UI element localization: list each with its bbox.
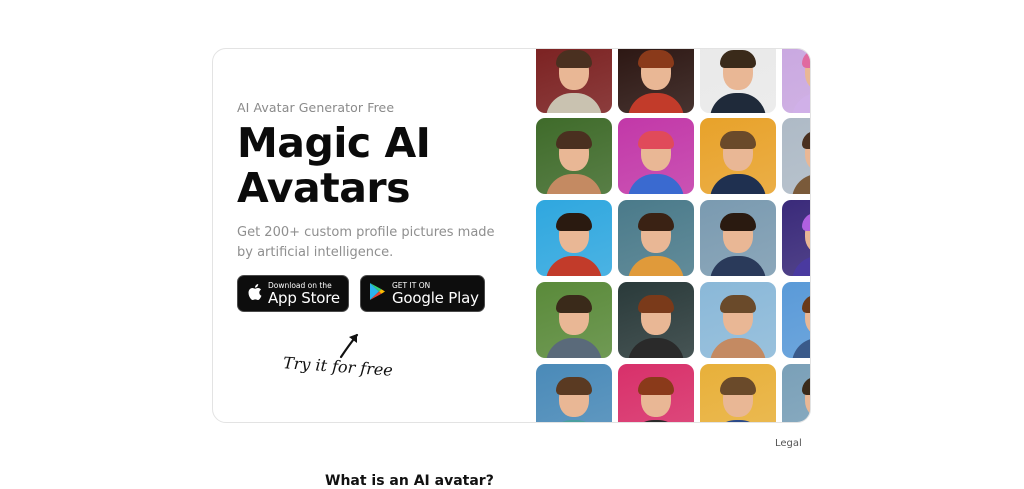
avatar-tile <box>782 118 810 194</box>
avatar-tile <box>700 49 776 113</box>
avatar-shoulders <box>710 93 766 113</box>
avatar-tile <box>782 364 810 422</box>
hero-subtitle: Get 200+ custom profile pictures made by… <box>237 225 495 260</box>
avatar-tile <box>536 364 612 422</box>
avatar-shoulders <box>792 93 810 113</box>
avatar-hair <box>638 130 674 149</box>
hero-text-column: AI Avatar Generator Free Magic AI Avatar… <box>237 49 527 422</box>
avatar-tile <box>782 200 810 276</box>
avatar-hair <box>720 294 756 313</box>
apple-logo-icon <box>247 283 262 305</box>
try-free-note: Try it for free <box>282 353 394 380</box>
avatar-hair <box>802 130 810 149</box>
avatar-shoulders <box>792 420 810 422</box>
avatar-shoulders <box>710 174 766 194</box>
avatar-shoulders <box>628 256 684 276</box>
avatar-shoulders <box>628 420 684 422</box>
avatar-shoulders <box>792 338 810 358</box>
avatar-tile <box>536 200 612 276</box>
avatar-shoulders <box>628 338 684 358</box>
avatar-hair <box>638 376 674 395</box>
google-play-label: Google Play <box>392 288 479 307</box>
avatar-gallery <box>536 49 810 422</box>
avatar-shoulders <box>546 338 602 358</box>
avatar-hair <box>638 49 674 68</box>
avatar-shoulders <box>628 93 684 113</box>
avatar-hair <box>802 294 810 313</box>
avatar-hair <box>556 294 592 313</box>
avatar-hair <box>556 49 592 68</box>
avatar-tile <box>618 118 694 194</box>
avatar-shoulders <box>710 420 766 422</box>
avatar-tile <box>700 200 776 276</box>
avatar-shoulders <box>546 420 602 422</box>
google-play-button[interactable]: GET IT ON Google Play <box>360 275 485 312</box>
hero-card: AI Avatar Generator Free Magic AI Avatar… <box>212 48 811 423</box>
faq-heading: What is an AI avatar? <box>325 473 494 489</box>
avatar-tile <box>618 200 694 276</box>
avatar-tile <box>700 364 776 422</box>
avatar-hair <box>556 130 592 149</box>
avatar-shoulders <box>628 174 684 194</box>
app-store-button[interactable]: Download on the App Store <box>237 275 349 312</box>
avatar-tile <box>782 49 810 113</box>
avatar-hair <box>556 212 592 231</box>
avatar-tile <box>782 282 810 358</box>
avatar-tile <box>618 49 694 113</box>
google-play-icon <box>369 282 386 305</box>
avatar-hair <box>720 212 756 231</box>
avatar-hair <box>556 376 592 395</box>
avatar-tile <box>536 49 612 113</box>
avatar-hair <box>720 49 756 68</box>
avatar-hair <box>638 294 674 313</box>
avatar-tile <box>700 282 776 358</box>
avatar-hair <box>638 212 674 231</box>
avatar-shoulders <box>546 256 602 276</box>
avatar-hair <box>802 376 810 395</box>
avatar-tile <box>618 364 694 422</box>
avatar-shoulders <box>792 174 810 194</box>
app-store-label: App Store <box>268 288 340 307</box>
avatar-tile <box>536 282 612 358</box>
avatar-hair <box>720 376 756 395</box>
avatar-shoulders <box>792 256 810 276</box>
hero-eyebrow: AI Avatar Generator Free <box>237 100 395 115</box>
avatar-tile <box>618 282 694 358</box>
avatar-shoulders <box>710 256 766 276</box>
hero-headline: Magic AI Avatars <box>237 119 431 212</box>
avatar-shoulders <box>546 93 602 113</box>
avatar-hair <box>802 212 810 231</box>
avatar-tile <box>536 118 612 194</box>
avatar-hair <box>802 49 810 68</box>
avatar-shoulders <box>710 338 766 358</box>
legal-link[interactable]: Legal <box>775 438 802 449</box>
avatar-shoulders <box>546 174 602 194</box>
avatar-hair <box>720 130 756 149</box>
avatar-tile <box>700 118 776 194</box>
